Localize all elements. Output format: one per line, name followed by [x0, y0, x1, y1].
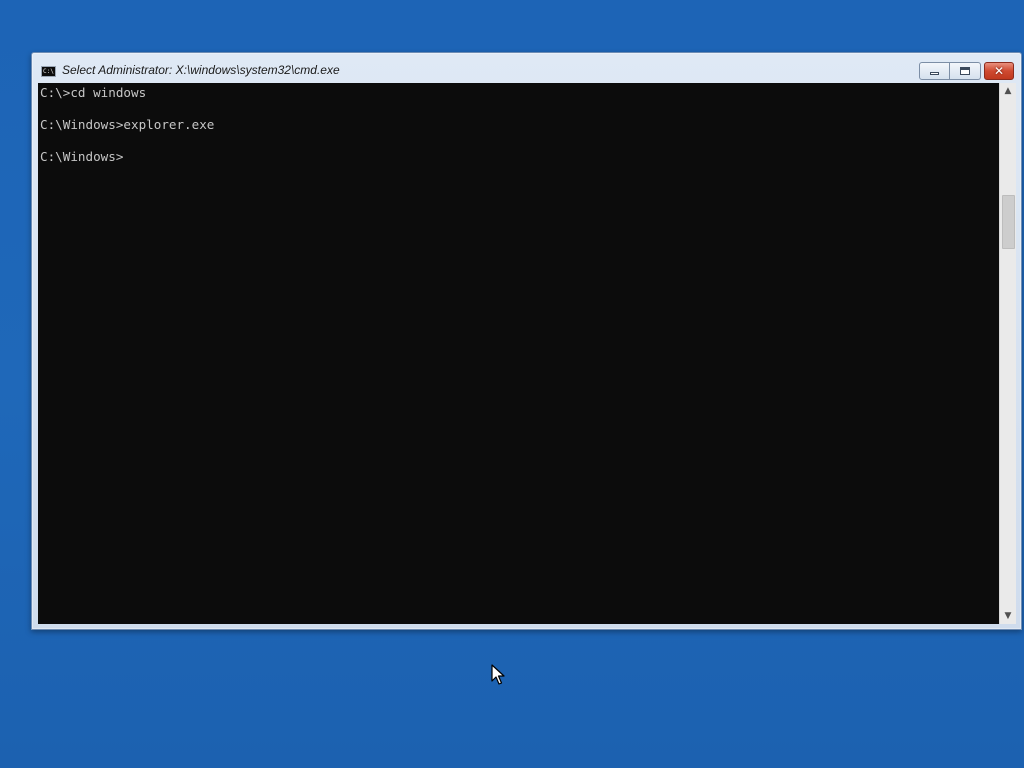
console-line: C:\>cd windows: [40, 85, 147, 100]
close-icon: ✕: [993, 64, 1005, 78]
scroll-thumb[interactable]: [1002, 195, 1015, 249]
scroll-up-icon[interactable]: ▲: [1000, 83, 1016, 99]
cmd-icon-text: C:\: [43, 68, 54, 75]
cmd-window[interactable]: C:\ Select Administrator: X:\windows\sys…: [31, 52, 1022, 630]
restore-icon: [960, 67, 970, 75]
console-text: C:\>cd windows C:\Windows>explorer.exe C:\…: [40, 85, 214, 165]
cmd-icon[interactable]: C:\: [41, 66, 56, 77]
vertical-scrollbar[interactable]: ▲ ▼: [999, 83, 1016, 624]
window-title: Select Administrator: X:\windows\system3…: [62, 63, 340, 77]
console-prompt-line: C:\Windows>: [40, 149, 124, 164]
minimize-icon: [930, 72, 939, 75]
console-line: C:\Windows>explorer.exe: [40, 117, 215, 132]
close-button[interactable]: ✕: [984, 62, 1014, 80]
caption-buttons: ✕: [919, 62, 1014, 80]
console-output[interactable]: C:\>cd windows C:\Windows>explorer.exe C:\…: [38, 83, 999, 624]
mouse-pointer-icon: [491, 664, 505, 685]
desktop-background: C:\ Select Administrator: X:\windows\sys…: [0, 0, 1024, 768]
scroll-down-icon[interactable]: ▼: [1000, 608, 1016, 624]
minimize-button[interactable]: [919, 62, 950, 80]
maximize-button[interactable]: [950, 62, 981, 80]
title-bar[interactable]: C:\ Select Administrator: X:\windows\sys…: [32, 53, 1021, 83]
